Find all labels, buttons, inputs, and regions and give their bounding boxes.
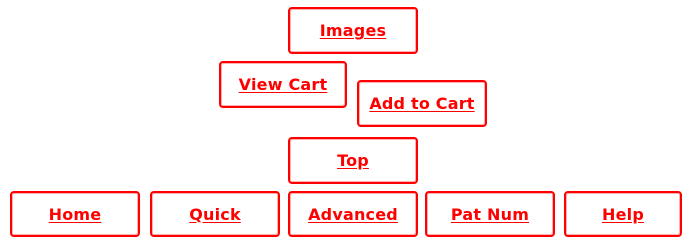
pat-num-link[interactable]: Pat Num [451,205,529,224]
help-button[interactable]: Help [564,191,682,237]
add-to-cart-button[interactable]: Add to Cart [357,80,487,127]
view-cart-link[interactable]: View Cart [239,75,328,94]
advanced-link[interactable]: Advanced [308,205,398,224]
top-button[interactable]: Top [288,137,418,184]
home-button[interactable]: Home [10,191,140,237]
quick-search-button[interactable]: Quick [150,191,280,237]
quick-link[interactable]: Quick [189,205,241,224]
advanced-search-button[interactable]: Advanced [288,191,418,237]
top-link[interactable]: Top [337,151,369,170]
add-to-cart-link[interactable]: Add to Cart [369,94,474,113]
pat-num-button[interactable]: Pat Num [425,191,555,237]
images-button[interactable]: Images [288,7,418,54]
help-link[interactable]: Help [602,205,644,224]
images-link[interactable]: Images [320,21,386,40]
view-cart-button[interactable]: View Cart [219,61,347,108]
home-link[interactable]: Home [49,205,102,224]
